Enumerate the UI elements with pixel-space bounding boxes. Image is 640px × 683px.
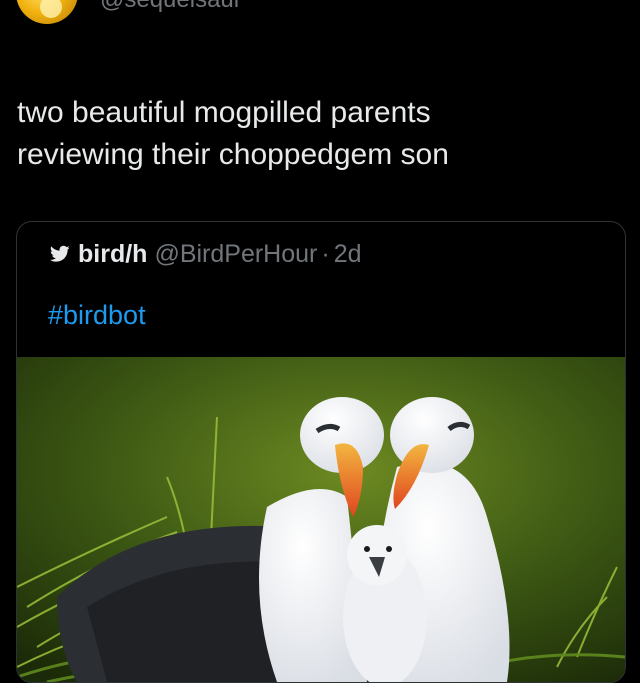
- tweet-text: two beautiful mogpilled parents reviewin…: [17, 92, 617, 176]
- quoted-tweet-header: bird/h @BirdPerHour · 2d: [50, 236, 362, 272]
- quoted-author-handle[interactable]: @BirdPerHour: [154, 240, 317, 269]
- header-separator: ·: [321, 239, 330, 268]
- quoted-tweet-card[interactable]: bird/h @BirdPerHour · 2d #birdbot: [16, 221, 626, 683]
- tweet-text-line-1: two beautiful mogpilled parents: [17, 96, 431, 129]
- quoted-tweet-time[interactable]: 2d: [334, 240, 362, 269]
- bird-icon: [50, 245, 70, 263]
- albatross-photo[interactable]: [17, 357, 625, 682]
- author-handle[interactable]: @sequelsaur: [100, 0, 242, 14]
- hashtag-link[interactable]: #birdbot: [48, 300, 146, 331]
- quoted-author-name[interactable]: bird/h: [78, 240, 147, 269]
- tweet-text-line-2: reviewing their choppedgem son: [17, 138, 449, 171]
- author-avatar[interactable]: [16, 0, 78, 24]
